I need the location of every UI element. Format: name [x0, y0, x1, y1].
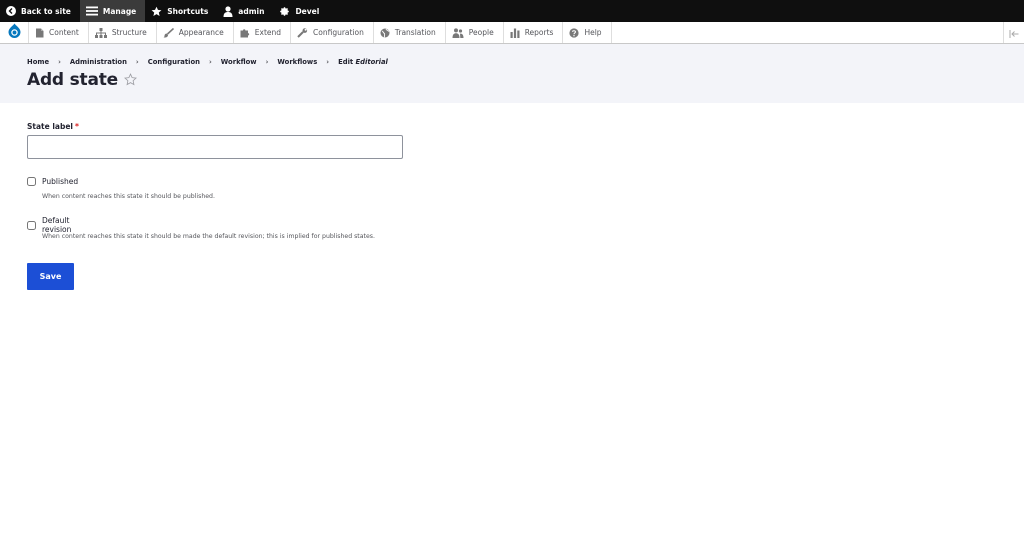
toolbar-label: Manage	[102, 6, 137, 16]
user-tab[interactable]: admin	[217, 0, 273, 22]
tray-item-translation[interactable]: Translation	[374, 22, 446, 43]
help-circle-icon	[569, 27, 580, 38]
wrench-icon	[297, 27, 308, 38]
breadcrumb-separator: ›	[58, 58, 61, 66]
tray-item-configuration[interactable]: Configuration	[291, 22, 374, 43]
bar-chart-icon	[510, 28, 520, 38]
structure-icon	[94, 27, 107, 38]
tray-item-reports[interactable]: Reports	[504, 22, 564, 43]
paintbrush-icon	[163, 27, 174, 38]
required-marker: *	[75, 122, 79, 131]
tray-item-label: Extend	[254, 28, 282, 37]
breadcrumb-link-home[interactable]: Home	[27, 58, 49, 66]
shortcut-star-icon[interactable]	[124, 71, 137, 90]
tray-item-label: Translation	[394, 28, 436, 37]
default-revision-option: Default revision	[27, 216, 79, 234]
puzzle-icon	[240, 28, 250, 38]
tray-item-appearance[interactable]: Appearance	[157, 22, 234, 43]
drupal-drop-icon	[8, 23, 21, 42]
tray-orientation-toggle[interactable]	[1003, 22, 1024, 43]
document-icon	[35, 28, 44, 38]
state-label-text: State label	[27, 122, 73, 131]
back-circle-icon	[6, 6, 16, 16]
toolbar-label: Devel	[295, 6, 320, 16]
people-icon	[452, 27, 464, 38]
published-description: When content reaches this state it shoul…	[42, 193, 215, 200]
star-icon	[151, 6, 162, 17]
published-option: Published	[27, 177, 78, 186]
tray-item-extend[interactable]: Extend	[234, 22, 292, 43]
tray-item-label: Configuration	[313, 28, 364, 37]
save-button[interactable]: Save	[27, 263, 74, 290]
breadcrumb-edit-name: Editorial	[355, 58, 388, 66]
breadcrumb-separator: ›	[208, 58, 212, 66]
published-label: Published	[42, 177, 79, 186]
tray-item-label: Structure	[111, 28, 147, 37]
manage-tab[interactable]: Manage	[79, 0, 146, 22]
tray-item-content[interactable]: Content	[29, 22, 89, 43]
tray-item-label: People	[468, 28, 494, 37]
tray-item-people[interactable]: People	[446, 22, 504, 43]
user-icon	[223, 5, 233, 17]
published-checkbox[interactable]	[27, 177, 36, 186]
breadcrumb-link-configuration[interactable]: Configuration	[148, 58, 200, 66]
tray-item-label: Appearance	[178, 28, 224, 37]
page-title: Add state	[27, 70, 118, 90]
default-revision-description: When content reaches this state it shoul…	[42, 233, 375, 240]
toolbar-label: Shortcuts	[167, 6, 209, 16]
default-revision-checkbox[interactable]	[27, 220, 36, 230]
devel-tab[interactable]: Devel	[273, 0, 328, 22]
hamburger-menu-icon	[85, 6, 98, 16]
breadcrumb-separator: ›	[265, 58, 269, 66]
tray-item-label: Reports	[524, 28, 554, 37]
breadcrumb-separator: ›	[135, 58, 139, 66]
admin-toolbar: Back to site Manage Shortcuts admin Deve…	[0, 0, 1024, 22]
shortcuts-tab[interactable]: Shortcuts	[145, 0, 217, 22]
tray-item-label: Help	[584, 28, 602, 37]
toolbar-label: admin	[238, 6, 265, 16]
breadcrumb-link-edit-editorial[interactable]: Edit Editorial	[338, 58, 388, 66]
default-revision-label: Default revision	[42, 216, 72, 234]
tray-item-label: Content	[49, 28, 79, 37]
breadcrumb-link-workflow[interactable]: Workflow	[221, 58, 257, 66]
breadcrumb-link-workflows[interactable]: Workflows	[277, 58, 317, 66]
gear-icon	[279, 6, 290, 17]
page-header: Home › Administration › Configuration › …	[0, 44, 1024, 103]
tray-item-help[interactable]: Help	[563, 22, 612, 43]
globe-icon	[380, 28, 390, 38]
add-state-form: State label * Published When content reac…	[27, 122, 403, 290]
admin-tray: Content Structure Appearance Extend Conf…	[0, 22, 1024, 44]
collapse-arrow-icon	[1009, 23, 1019, 42]
toolbar-label: Back to site	[21, 6, 71, 16]
page-title-row: Add state	[27, 70, 137, 90]
drupal-logo[interactable]	[0, 22, 29, 43]
breadcrumb-edit-prefix: Edit	[338, 58, 354, 66]
state-label-input[interactable]	[27, 135, 403, 159]
state-label-label: State label *	[27, 122, 79, 131]
tray-item-structure[interactable]: Structure	[89, 22, 157, 43]
breadcrumb-link-administration[interactable]: Administration	[70, 58, 127, 66]
breadcrumb: Home › Administration › Configuration › …	[27, 58, 388, 66]
back-to-site-link[interactable]: Back to site	[0, 0, 80, 22]
breadcrumb-separator: ›	[326, 58, 330, 66]
